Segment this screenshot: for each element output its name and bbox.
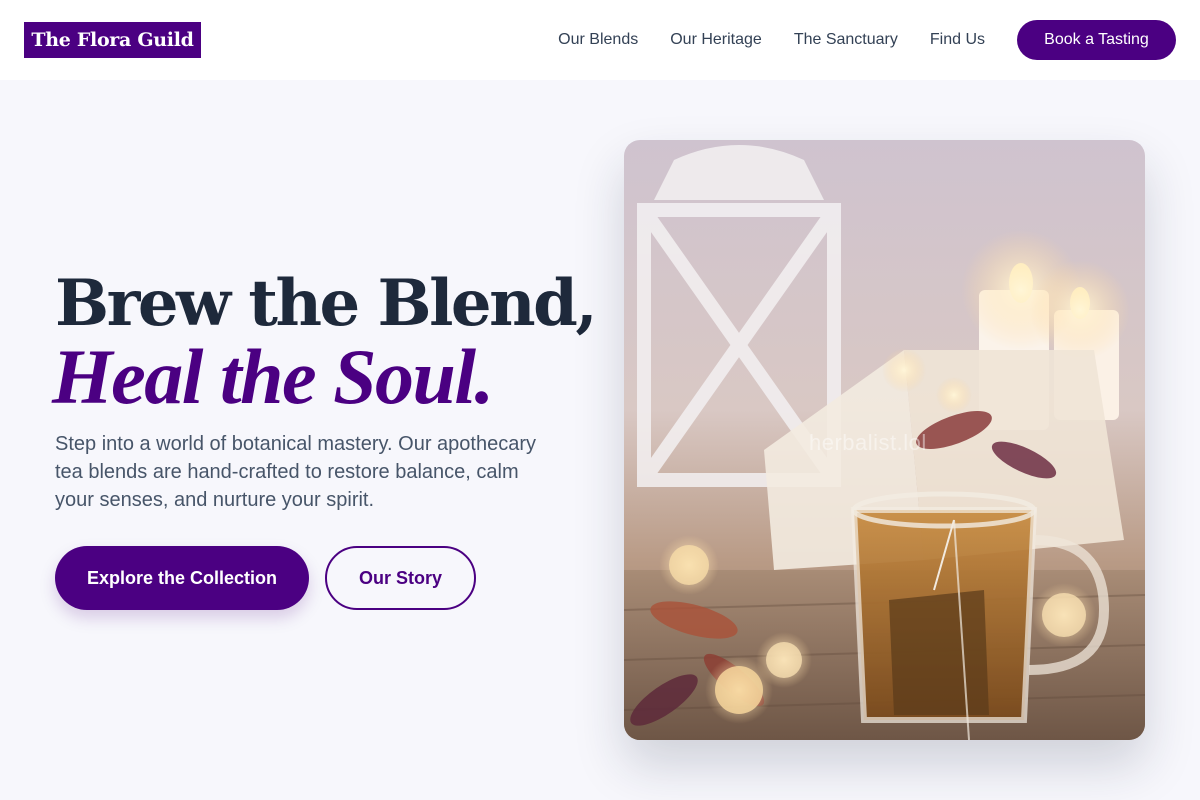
our-story-button[interactable]: Our Story	[325, 546, 476, 610]
nav-link-the-sanctuary[interactable]: The Sanctuary	[794, 31, 898, 49]
top-navigation: The Flora Guild Our Blends Our Heritage …	[0, 0, 1200, 80]
hero-tea-image: herbalist.lol	[624, 140, 1145, 740]
image-watermark: herbalist.lol	[809, 430, 927, 455]
hero-headline: Brew the Blend, Heal the Soul.	[52, 262, 615, 420]
hero-buttons: Explore the Collection Our Story	[55, 546, 615, 610]
hero-headline-line2: Heal the Soul.	[52, 333, 494, 420]
hero-section: Brew the Blend, Heal the Soul. Step into…	[52, 262, 615, 610]
book-tasting-button[interactable]: Book a Tasting	[1017, 20, 1176, 60]
nav-link-our-blends[interactable]: Our Blends	[558, 31, 638, 49]
nav-links: Our Blends Our Heritage The Sanctuary Fi…	[558, 20, 1176, 60]
brand-logo[interactable]: The Flora Guild	[24, 22, 201, 58]
nav-link-find-us[interactable]: Find Us	[930, 31, 985, 49]
hero-subtitle: Step into a world of botanical mastery. …	[55, 433, 536, 511]
nav-link-our-heritage[interactable]: Our Heritage	[670, 31, 762, 49]
explore-collection-button[interactable]: Explore the Collection	[55, 546, 309, 610]
